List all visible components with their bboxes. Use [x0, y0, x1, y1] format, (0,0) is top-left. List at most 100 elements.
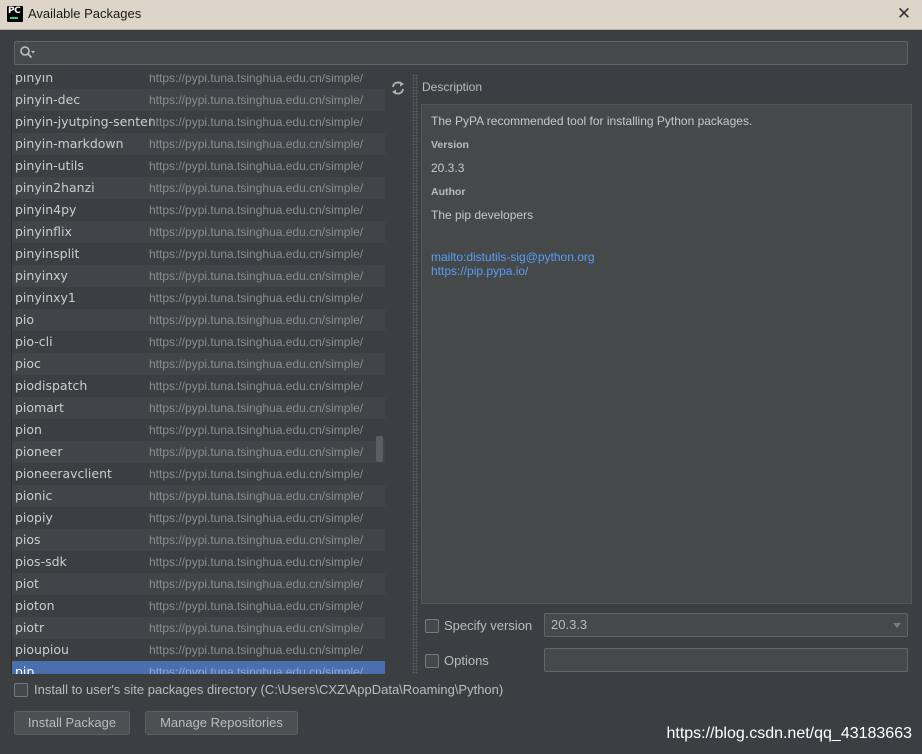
package-row[interactable]: pios-sdk https://pypi.tuna.tsinghua.edu.c… — [12, 551, 385, 573]
package-repo: https://pypi.tuna.tsinghua.edu.cn/simple… — [149, 357, 364, 371]
package-name: pinyin2hanzi — [15, 180, 95, 195]
description-label: Description — [422, 80, 483, 94]
homepage-link[interactable]: https://pip.pypa.io/ — [431, 264, 528, 278]
package-name: pioupiou — [15, 642, 69, 657]
version-select[interactable]: 20.3.3 — [544, 613, 908, 637]
package-row[interactable]: piodispatch https://pypi.tuna.tsinghua.ed… — [12, 375, 385, 397]
package-repo: https://pypi.tuna.tsinghua.edu.cn/simple… — [149, 643, 364, 657]
package-name: pio-cli — [15, 334, 53, 349]
package-name: pinyin-jyutping-sentence — [15, 114, 157, 129]
package-repo: https://pypi.tuna.tsinghua.edu.cn/simple… — [149, 555, 364, 569]
title-bar: PC Available Packages ✕ — [0, 0, 922, 30]
package-name: piomart — [15, 400, 64, 415]
package-name: pionic — [15, 488, 53, 503]
package-repo: https://pypi.tuna.tsinghua.edu.cn/simple… — [149, 335, 364, 349]
package-name: pinyinflix — [15, 224, 72, 239]
package-name: pinyin-markdown — [15, 136, 124, 151]
package-row[interactable]: pinyin-jyutping-sentence https://pypi.tun… — [12, 111, 385, 133]
package-rows: pinyin https://pypi.tuna.tsinghua.edu.cn/… — [12, 74, 385, 674]
pycharm-icon: PC — [7, 6, 23, 22]
search-input[interactable] — [41, 43, 901, 61]
package-name: pios-sdk — [15, 554, 67, 569]
package-list[interactable]: pinyin https://pypi.tuna.tsinghua.edu.cn/… — [11, 74, 385, 674]
package-row[interactable]: pioupiou https://pypi.tuna.tsinghua.edu.c… — [12, 639, 385, 661]
specify-version-checkbox[interactable] — [425, 619, 439, 633]
package-name: pip — [15, 664, 35, 674]
package-list-scrollbar[interactable] — [375, 74, 383, 674]
package-name: pioneer — [15, 444, 63, 459]
manage-repositories-button[interactable]: Manage Repositories — [145, 711, 298, 735]
package-repo: https://pypi.tuna.tsinghua.edu.cn/simple… — [149, 533, 364, 547]
watermark-text: https://blog.csdn.net/qq_43183663 — [666, 725, 912, 742]
package-row[interactable]: pinyinflix https://pypi.tuna.tsinghua.edu… — [12, 221, 385, 243]
package-repo: https://pypi.tuna.tsinghua.edu.cn/simple… — [149, 467, 364, 481]
package-repo: https://pypi.tuna.tsinghua.edu.cn/simple… — [149, 445, 364, 459]
package-row[interactable]: pinyin-utils https://pypi.tuna.tsinghua.e… — [12, 155, 385, 177]
package-row[interactable]: piopiy https://pypi.tuna.tsinghua.edu.cn/… — [12, 507, 385, 529]
package-row[interactable]: pinyin https://pypi.tuna.tsinghua.edu.cn/… — [12, 74, 385, 89]
package-repo: https://pypi.tuna.tsinghua.edu.cn/simple… — [149, 313, 364, 327]
package-name: pioc — [15, 356, 41, 371]
package-row[interactable]: pinyinxy1 https://pypi.tuna.tsinghua.edu.… — [12, 287, 385, 309]
package-repo: https://pypi.tuna.tsinghua.edu.cn/simple… — [149, 181, 364, 195]
close-icon: ✕ — [896, 4, 912, 24]
package-row[interactable]: pip https://pypi.tuna.tsinghua.edu.cn/sim… — [12, 661, 385, 674]
package-repo: https://pypi.tuna.tsinghua.edu.cn/simple… — [149, 115, 364, 129]
package-repo: https://pypi.tuna.tsinghua.edu.cn/simple… — [149, 203, 364, 217]
description-panel: The PyPA recommended tool for installing… — [421, 104, 912, 604]
package-name: piodispatch — [15, 378, 88, 393]
install-user-label: Install to user's site packages director… — [34, 682, 504, 697]
install-user-checkbox[interactable] — [14, 683, 28, 697]
splitter-handle[interactable] — [412, 74, 418, 674]
options-input[interactable] — [544, 648, 908, 672]
chevron-down-icon — [893, 623, 901, 628]
package-repo: https://pypi.tuna.tsinghua.edu.cn/simple… — [149, 379, 364, 393]
search-icon[interactable] — [19, 45, 35, 61]
package-name: pioton — [15, 598, 55, 613]
package-row[interactable]: pinyin4py https://pypi.tuna.tsinghua.edu.… — [12, 199, 385, 221]
package-row[interactable]: pioc https://pypi.tuna.tsinghua.edu.cn/si… — [12, 353, 385, 375]
package-row[interactable]: pinyinxy https://pypi.tuna.tsinghua.edu.c… — [12, 265, 385, 287]
close-button[interactable]: ✕ — [893, 3, 915, 25]
package-row[interactable]: pinyin2hanzi https://pypi.tuna.tsinghua.e… — [12, 177, 385, 199]
package-repo: https://pypi.tuna.tsinghua.edu.cn/simple… — [149, 74, 364, 85]
package-name: piotr — [15, 620, 45, 635]
version-select-value: 20.3.3 — [551, 617, 588, 632]
package-row[interactable]: pioneeravclient https://pypi.tuna.tsinghu… — [12, 463, 385, 485]
email-link[interactable]: mailto:distutils-sig@python.org — [431, 250, 595, 264]
package-row[interactable]: pioneer https://pypi.tuna.tsinghua.edu.cn… — [12, 441, 385, 463]
package-row[interactable]: pio-cli https://pypi.tuna.tsinghua.edu.cn… — [12, 331, 385, 353]
options-checkbox[interactable] — [425, 654, 439, 668]
package-name: pinyin4py — [15, 202, 77, 217]
package-row[interactable]: piomart https://pypi.tuna.tsinghua.edu.cn… — [12, 397, 385, 419]
package-repo: https://pypi.tuna.tsinghua.edu.cn/simple… — [149, 599, 364, 613]
package-row[interactable]: pionic https://pypi.tuna.tsinghua.edu.cn/… — [12, 485, 385, 507]
package-row[interactable]: piotr https://pypi.tuna.tsinghua.edu.cn/s… — [12, 617, 385, 639]
package-repo: https://pypi.tuna.tsinghua.edu.cn/simple… — [149, 137, 364, 151]
version-value: 20.3.3 — [431, 161, 465, 175]
package-repo: https://pypi.tuna.tsinghua.edu.cn/simple… — [149, 489, 364, 503]
package-summary: The PyPA recommended tool for installing… — [431, 114, 753, 128]
search-box[interactable] — [14, 41, 908, 65]
package-repo: https://pypi.tuna.tsinghua.edu.cn/simple… — [149, 577, 364, 591]
package-name: pion — [15, 422, 42, 437]
scroll-thumb[interactable] — [376, 436, 383, 462]
version-heading: Version — [431, 139, 469, 151]
package-repo: https://pypi.tuna.tsinghua.edu.cn/simple… — [149, 665, 364, 674]
package-row[interactable]: pinyinsplit https://pypi.tuna.tsinghua.ed… — [12, 243, 385, 265]
package-row[interactable]: pion https://pypi.tuna.tsinghua.edu.cn/si… — [12, 419, 385, 441]
package-repo: https://pypi.tuna.tsinghua.edu.cn/simple… — [149, 291, 364, 305]
package-repo: https://pypi.tuna.tsinghua.edu.cn/simple… — [149, 93, 364, 107]
package-row[interactable]: pioton https://pypi.tuna.tsinghua.edu.cn/… — [12, 595, 385, 617]
package-repo: https://pypi.tuna.tsinghua.edu.cn/simple… — [149, 269, 364, 283]
refresh-icon[interactable] — [389, 79, 407, 97]
package-name: pio — [15, 312, 35, 327]
package-repo: https://pypi.tuna.tsinghua.edu.cn/simple… — [149, 511, 364, 525]
package-row[interactable]: pinyin-markdown https://pypi.tuna.tsinghu… — [12, 133, 385, 155]
package-row[interactable]: pio https://pypi.tuna.tsinghua.edu.cn/sim… — [12, 309, 385, 331]
install-package-button[interactable]: Install Package — [14, 711, 130, 735]
package-row[interactable]: pinyin-dec https://pypi.tuna.tsinghua.edu… — [12, 89, 385, 111]
package-row[interactable]: pios https://pypi.tuna.tsinghua.edu.cn/si… — [12, 529, 385, 551]
package-repo: https://pypi.tuna.tsinghua.edu.cn/simple… — [149, 159, 364, 173]
package-row[interactable]: piot https://pypi.tuna.tsinghua.edu.cn/si… — [12, 573, 385, 595]
